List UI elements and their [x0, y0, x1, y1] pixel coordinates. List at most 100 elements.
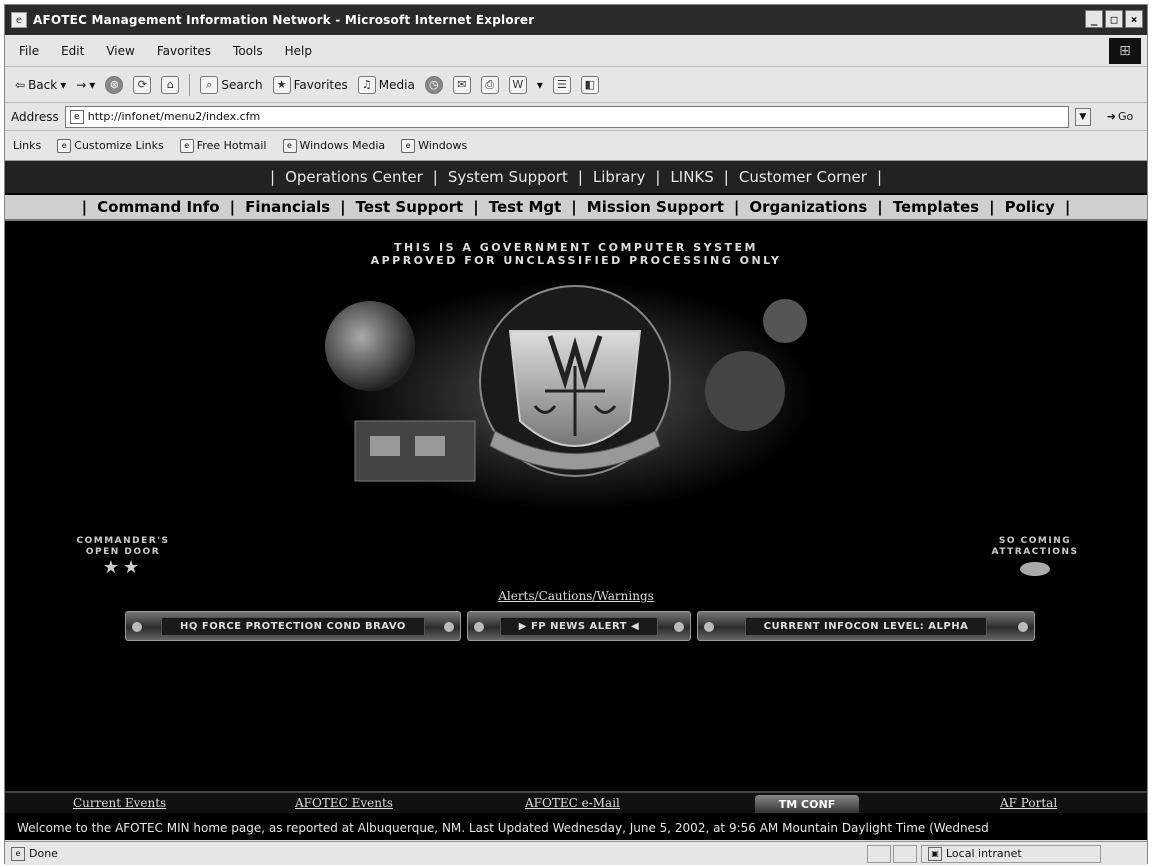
security-zone: ▣ Local intranet [921, 844, 1101, 863]
favorites-icon: ★ [272, 75, 291, 94]
address-label: Address [11, 109, 59, 124]
link-label: Windows [418, 139, 468, 152]
mail-icon[interactable]: ✉ [452, 75, 471, 94]
nav-mission-support[interactable]: Mission Support [587, 198, 724, 216]
status-bar: e Done ▣ Local intranet [5, 841, 1147, 865]
nav-templates[interactable]: Templates [893, 198, 979, 216]
bolt-icon [704, 622, 714, 632]
nav-divider: | [877, 198, 883, 216]
infocon-level-label: CURRENT INFOCON LEVEL: ALPHA [744, 616, 988, 636]
nav-policy[interactable]: Policy [1005, 198, 1055, 216]
media-icon: ♫ [357, 75, 376, 94]
coming-label-2: ATTRACTIONS [991, 547, 1079, 557]
nav-links[interactable]: LINKS [670, 168, 713, 186]
nav-divider: | [989, 198, 995, 216]
favorites-button[interactable]: ★ Favorites [272, 75, 348, 94]
nav-command-info[interactable]: Command Info [97, 198, 219, 216]
nav-divider: | [876, 168, 882, 186]
coming-label-1: SO COMING [998, 536, 1072, 546]
link-label: Customize Links [74, 139, 164, 152]
nav-financials[interactable]: Financials [245, 198, 330, 216]
maximize-button[interactable]: □ [1105, 10, 1123, 28]
infocon-level-button[interactable]: CURRENT INFOCON LEVEL: ALPHA [697, 611, 1035, 641]
force-protection-button[interactable]: HQ FORCE PROTECTION COND BRAVO [125, 611, 461, 641]
nav-divider: | [577, 168, 583, 186]
print-icon[interactable]: ⎙ [480, 75, 499, 94]
forward-dropdown-icon[interactable]: ▾ [89, 78, 95, 92]
forward-button[interactable]: → ▾ [76, 78, 95, 92]
edit-dropdown-icon[interactable]: ▾ [537, 78, 543, 92]
media-button[interactable]: ♫ Media [357, 75, 415, 94]
back-dropdown-icon[interactable]: ▾ [60, 78, 66, 92]
nav-divider: | [571, 198, 577, 216]
minimize-button[interactable]: _ [1085, 10, 1103, 28]
go-arrow-icon: ➜ [1106, 110, 1117, 123]
afotec-events-link[interactable]: AFOTEC Events [295, 796, 393, 810]
window-controls: _ □ × [1085, 10, 1143, 28]
links-bar: Links e Customize Links e Free Hotmail e… [5, 131, 1147, 161]
messenger-icon[interactable]: ◧ [580, 75, 599, 94]
nav-divider: | [723, 168, 729, 186]
discuss-icon[interactable]: ☰ [552, 75, 571, 94]
menu-view[interactable]: View [106, 44, 134, 58]
current-events-link[interactable]: Current Events [73, 796, 166, 810]
home-icon[interactable]: ⌂ [161, 75, 180, 94]
address-dropdown-icon[interactable]: ▼ [1074, 107, 1091, 126]
menu-file[interactable]: File [19, 44, 39, 58]
link-windows-media[interactable]: e Windows Media [282, 138, 386, 153]
back-button[interactable]: ⇦ Back ▾ [15, 78, 66, 92]
coming-attractions[interactable]: SO COMING ATTRACTIONS [975, 536, 1095, 576]
menu-bar: File Edit View Favorites Tools Help ⊞ [5, 35, 1147, 67]
edit-word-icon[interactable]: W [508, 75, 527, 94]
go-button[interactable]: ➜ Go [1107, 110, 1133, 123]
status-text: Done [29, 847, 58, 860]
menu-edit[interactable]: Edit [61, 44, 84, 58]
afotec-email-link[interactable]: AFOTEC e-Mail [525, 796, 620, 810]
fp-news-alert-button[interactable]: ▶ FP NEWS ALERT ◀ [467, 611, 691, 641]
status-text-area: e Done [5, 846, 865, 861]
nav-library[interactable]: Library [593, 168, 645, 186]
main-navigation: | Command Info | Financials | Test Suppo… [5, 195, 1147, 221]
history-icon[interactable]: ◷ [424, 75, 443, 94]
link-free-hotmail[interactable]: e Free Hotmail [179, 138, 267, 153]
nav-divider: | [229, 198, 236, 216]
search-button[interactable]: ⌕ Search [200, 75, 263, 94]
nav-customer-corner[interactable]: Customer Corner [739, 168, 867, 186]
stop-icon[interactable]: ⊗ [105, 75, 124, 94]
address-url[interactable]: http://infonet/menu2/index.cfm [88, 110, 260, 123]
link-windows[interactable]: e Windows [401, 138, 468, 153]
address-input[interactable]: e http://infonet/menu2/index.cfm [64, 105, 1069, 128]
close-button[interactable]: × [1125, 10, 1143, 28]
menu-favorites[interactable]: Favorites [157, 44, 211, 58]
windows-logo-icon: ⊞ [1109, 38, 1141, 64]
links-label: Links [13, 139, 42, 152]
af-portal-link[interactable]: AF Portal [1000, 796, 1057, 810]
nav-test-support[interactable]: Test Support [356, 198, 464, 216]
menu-tools[interactable]: Tools [233, 44, 263, 58]
zone-label: Local intranet [946, 847, 1022, 860]
ie-page-icon: e [282, 138, 297, 153]
soldier-image [705, 351, 785, 431]
refresh-icon[interactable]: ⟳ [133, 75, 152, 94]
favorites-label: Favorites [293, 77, 348, 92]
link-customize-links[interactable]: e Customize Links [57, 138, 164, 153]
top-navigation: | Operations Center | System Support | L… [5, 161, 1147, 193]
alerts-cautions-warnings-link[interactable]: Alerts/Cautions/Warnings [5, 589, 1147, 603]
nav-test-mgt[interactable]: Test Mgt [489, 198, 562, 216]
console-screen [415, 436, 445, 456]
tm-conf-tab[interactable]: TM CONF [755, 795, 859, 813]
standard-toolbar: ⇦ Back ▾ → ▾ ⊗ ⟳ ⌂ ⌕ Search ★ Favorites … [5, 67, 1147, 103]
menu-help[interactable]: Help [285, 44, 312, 58]
nav-divider: | [340, 198, 346, 216]
nav-system-support[interactable]: System Support [448, 168, 568, 186]
page-content: | Operations Center | System Support | L… [5, 161, 1147, 840]
force-protection-label: HQ FORCE PROTECTION COND BRAVO [161, 616, 425, 636]
ie-app-icon[interactable]: e [11, 12, 27, 28]
nav-operations-center[interactable]: Operations Center [285, 168, 423, 186]
link-label: Windows Media [299, 139, 386, 152]
nav-divider: | [270, 168, 276, 186]
commanders-open-door[interactable]: COMMANDER'S OPEN DOOR ★★ [63, 536, 183, 578]
intranet-icon: ▣ [928, 846, 942, 861]
nav-organizations[interactable]: Organizations [749, 198, 867, 216]
link-label: Free Hotmail [196, 139, 267, 152]
